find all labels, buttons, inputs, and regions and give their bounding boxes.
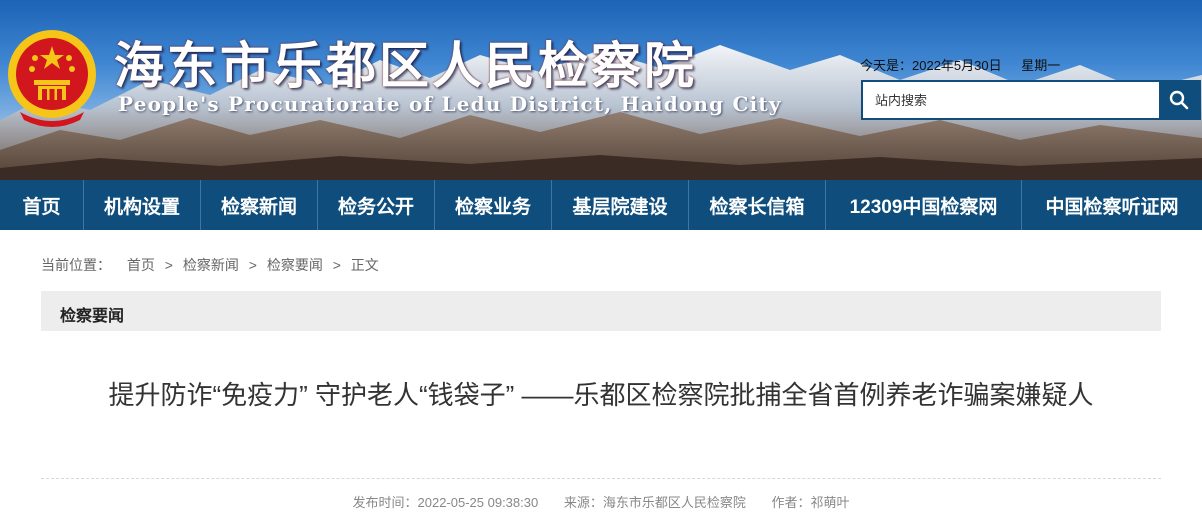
date-label: 今天是：2022年5月30日 [860, 58, 1002, 73]
breadcrumb-current: 正文 [350, 257, 379, 273]
article-source: 来源：海东市乐都区人民检察院 [563, 495, 746, 510]
breadcrumb-news[interactable]: 检察新闻 [183, 257, 239, 273]
section-title: 检察要闻 [60, 308, 125, 325]
main-nav: 首页 机构设置 检察新闻 检务公开 检察业务 基层院建设 检察长信箱 12309… [0, 180, 1202, 230]
search-button[interactable] [1159, 82, 1199, 118]
breadcrumb: 当前位置： 首页 > 检察新闻 > 检察要闻 > 正文 [41, 255, 379, 275]
site-title: 海东市乐都区人民检察院 [114, 36, 697, 95]
section-title-bar: 检察要闻 [41, 291, 1161, 331]
breadcrumb-label: 当前位置： [41, 257, 111, 273]
breadcrumb-separator: > [164, 257, 173, 273]
title-divider [41, 478, 1161, 479]
national-emblem-icon [8, 30, 96, 127]
breadcrumb-headlines[interactable]: 检察要闻 [267, 257, 323, 273]
nav-item-organization[interactable]: 机构设置 [84, 180, 201, 230]
breadcrumb-separator: > [332, 257, 341, 273]
site-banner: 海东市乐都区人民检察院 People's Procuratorate of Le… [0, 0, 1202, 180]
current-date: 今天是：2022年5月30日 星期一 [860, 55, 1076, 74]
search-icon [1169, 90, 1189, 110]
site-subtitle: People's Procuratorate of Ledu District,… [118, 92, 782, 116]
search-input[interactable] [863, 82, 1159, 118]
breadcrumb-home[interactable]: 首页 [127, 257, 155, 273]
nav-item-hearing[interactable]: 中国检察听证网 [1022, 180, 1202, 230]
weekday-label: 星期一 [1021, 58, 1061, 73]
nav-item-disclosure[interactable]: 检务公开 [318, 180, 435, 230]
nav-item-grassroots[interactable]: 基层院建设 [552, 180, 689, 230]
nav-item-business[interactable]: 检察业务 [435, 180, 552, 230]
article-title: 提升防诈“免疫力” 守护老人“钱袋子” ——乐都区检察院批捕全省首例养老诈骗案嫌… [108, 380, 1094, 410]
nav-item-home[interactable]: 首页 [0, 180, 84, 230]
publish-time: 发布时间：2022-05-25 09:38:30 [352, 495, 539, 510]
nav-item-news[interactable]: 检察新闻 [201, 180, 318, 230]
nav-item-12309[interactable]: 12309中国检察网 [826, 180, 1022, 230]
article-author: 作者：祁萌叶 [771, 495, 850, 510]
article-meta: 发布时间：2022-05-25 09:38:30 来源：海东市乐都区人民检察院 … [0, 492, 1202, 511]
search-box [861, 80, 1201, 120]
breadcrumb-separator: > [248, 257, 257, 273]
nav-item-mailbox[interactable]: 检察长信箱 [689, 180, 826, 230]
